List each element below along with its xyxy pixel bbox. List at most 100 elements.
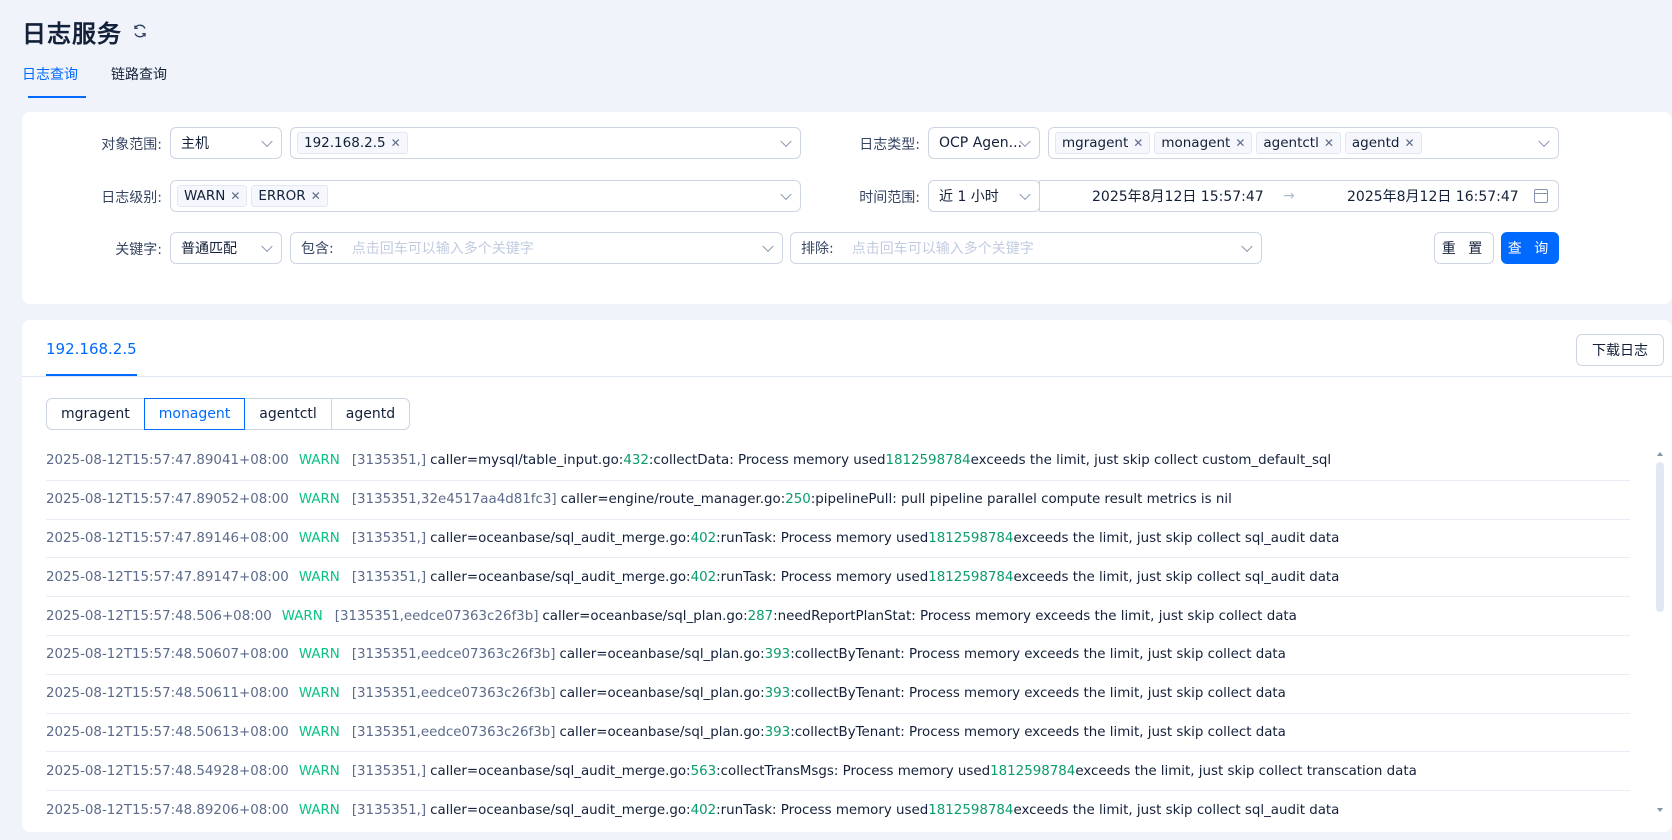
- divider: [22, 376, 1672, 377]
- time-range-picker[interactable]: 2025年8月12日 15:57:47 → 2025年8月12日 16:57:4…: [1039, 180, 1559, 212]
- log-context: [3135351,]: [351, 569, 427, 585]
- log-caller: caller=oceanbase/sql_plan.go:: [542, 608, 748, 624]
- log-message: :pipelinePull: pull pipeline parallel co…: [810, 492, 1232, 508]
- tab-log-query[interactable]: 日志查询: [22, 58, 86, 98]
- log-line-number: 563: [690, 763, 717, 779]
- component-switcher: mgragent monagent agentctl agentd: [46, 398, 411, 430]
- calendar-icon[interactable]: [1534, 189, 1548, 203]
- time-end[interactable]: 2025年8月12日 16:57:47: [1347, 186, 1519, 206]
- query-button[interactable]: 查 询: [1501, 232, 1559, 264]
- log-message: :collectByTenant: Process memory exceeds…: [790, 724, 1286, 740]
- log-context: [3135351,]: [351, 453, 427, 469]
- log-level: WARN: [281, 608, 323, 624]
- log-line-number: 393: [764, 647, 791, 663]
- log-memory-value: 1812598784: [990, 763, 1076, 779]
- log-scrollbar[interactable]: [1656, 452, 1664, 812]
- component-option-agentd[interactable]: agentd: [330, 398, 411, 430]
- host-tab[interactable]: 192.168.2.5: [46, 340, 137, 376]
- scope-select[interactable]: 主机: [170, 127, 282, 159]
- log-timestamp: 2025-08-12T15:57:47.89146+08:00: [46, 530, 289, 546]
- log-level: WARN: [298, 569, 340, 585]
- scroll-down-icon[interactable]: [1657, 808, 1663, 812]
- log-context: [3135351,]: [351, 530, 427, 546]
- scroll-up-icon[interactable]: [1657, 452, 1663, 456]
- level-tag: ERROR ✕: [251, 185, 328, 207]
- component-tag: mgragent ✕: [1055, 132, 1151, 154]
- chevron-down-icon: [261, 240, 273, 253]
- close-icon[interactable]: ✕: [1404, 136, 1414, 150]
- component-tag: agentctl ✕: [1256, 132, 1341, 154]
- log-message: :needReportPlanStat: Process memory exce…: [773, 608, 1297, 624]
- log-level: WARN: [298, 802, 340, 818]
- chevron-down-icon: [780, 135, 792, 148]
- reset-button[interactable]: 重 置: [1434, 232, 1494, 264]
- log-level: WARN: [298, 647, 340, 663]
- log-caller: caller=oceanbase/sql_plan.go:: [559, 686, 765, 702]
- time-preset-select[interactable]: 近 1 小时: [928, 180, 1040, 212]
- time-start[interactable]: 2025年8月12日 15:57:47: [1092, 186, 1264, 206]
- host-select[interactable]: 192.168.2.5 ✕: [290, 127, 801, 159]
- include-input[interactable]: 包含: 点击回车可以输入多个关键字: [290, 232, 783, 264]
- log-row: 2025-08-12T15:57:47.89052+08:00 WARN [3135…: [46, 481, 1630, 520]
- arrow-right-icon: →: [1283, 188, 1295, 204]
- log-row: 2025-08-12T15:57:47.89146+08:00 WARN [3135…: [46, 520, 1630, 559]
- close-icon[interactable]: ✕: [1235, 136, 1245, 150]
- log-context: [3135351,eedce07363c26f3b]: [351, 647, 556, 663]
- log-caller: caller=oceanbase/sql_audit_merge.go:: [430, 569, 691, 585]
- log-caller: caller=oceanbase/sql_audit_merge.go:: [430, 802, 691, 818]
- close-icon[interactable]: ✕: [1133, 136, 1143, 150]
- close-icon[interactable]: ✕: [230, 189, 240, 203]
- log-memory-value: 1812598784: [928, 530, 1014, 546]
- log-type-label: 日志类型:: [859, 137, 920, 153]
- main-tabs: 日志查询 链路查询: [22, 58, 200, 98]
- host-tag: 192.168.2.5 ✕: [297, 132, 408, 154]
- keyword-mode-select[interactable]: 普通匹配: [170, 232, 282, 264]
- log-caller: caller=oceanbase/sql_audit_merge.go:: [430, 763, 691, 779]
- component-tag: agentd ✕: [1344, 132, 1422, 154]
- log-level: WARN: [298, 530, 340, 546]
- log-caller: caller=oceanbase/sql_plan.go:: [559, 724, 765, 740]
- log-line-number: 287: [747, 608, 774, 624]
- component-option-monagent[interactable]: monagent: [143, 398, 246, 430]
- log-level: WARN: [298, 453, 340, 469]
- log-timestamp: 2025-08-12T15:57:47.89041+08:00: [46, 453, 289, 469]
- log-row: 2025-08-12T15:57:47.89147+08:00 WARN [3135…: [46, 558, 1630, 598]
- log-timestamp: 2025-08-12T15:57:48.506+08:00: [46, 608, 272, 624]
- log-context: [3135351,]: [351, 802, 427, 818]
- exclude-placeholder: 点击回车可以输入多个关键字: [851, 241, 1034, 257]
- log-component-select[interactable]: mgragent ✕ monagent ✕ agentctl ✕ agentd ✕: [1048, 127, 1559, 159]
- keyword-label: 关键字:: [115, 242, 162, 258]
- log-message-tail: exceeds the limit, just skip collect sql…: [1013, 569, 1340, 585]
- include-placeholder: 点击回车可以输入多个关键字: [351, 241, 534, 257]
- tab-trace-query[interactable]: 链路查询: [111, 58, 167, 98]
- log-line-number: 393: [764, 686, 791, 702]
- log-message-tail: exceeds the limit, just skip collect sql…: [1013, 802, 1340, 818]
- log-context: [3135351,]: [351, 763, 427, 779]
- component-option-agentctl[interactable]: agentctl: [244, 398, 332, 430]
- log-context: [3135351,eedce07363c26f3b]: [351, 724, 556, 740]
- chevron-down-icon: [1241, 240, 1253, 253]
- page-header: 日志服务: [22, 14, 148, 48]
- scroll-thumb[interactable]: [1656, 462, 1664, 612]
- log-message: :runTask: Process memory used: [716, 569, 929, 585]
- log-message-tail: exceeds the limit, just skip collect tra…: [1075, 763, 1417, 779]
- download-log-button[interactable]: 下载日志: [1576, 334, 1664, 366]
- level-select[interactable]: WARN ✕ ERROR ✕: [170, 180, 801, 212]
- include-label: 包含:: [301, 241, 334, 257]
- log-row: 2025-08-12T15:57:48.89206+08:00 WARN [3135…: [46, 791, 1630, 820]
- log-level: WARN: [298, 686, 340, 702]
- log-context: [3135351,eedce07363c26f3b]: [334, 608, 539, 624]
- log-row: 2025-08-12T15:57:48.50607+08:00 WARN [3135…: [46, 636, 1630, 675]
- close-icon[interactable]: ✕: [391, 136, 401, 150]
- component-option-mgragent[interactable]: mgragent: [46, 398, 145, 430]
- close-icon[interactable]: ✕: [1324, 136, 1334, 150]
- log-level: WARN: [298, 492, 340, 508]
- log-line-number: 393: [764, 724, 791, 740]
- refresh-icon[interactable]: [132, 23, 148, 39]
- log-type-select[interactable]: OCP Agen...: [928, 127, 1040, 159]
- chevron-down-icon: [780, 188, 792, 201]
- chevron-down-icon: [762, 240, 774, 253]
- exclude-input[interactable]: 排除: 点击回车可以输入多个关键字: [790, 232, 1262, 264]
- log-caller: caller=engine/route_manager.go:: [560, 492, 786, 508]
- close-icon[interactable]: ✕: [311, 189, 321, 203]
